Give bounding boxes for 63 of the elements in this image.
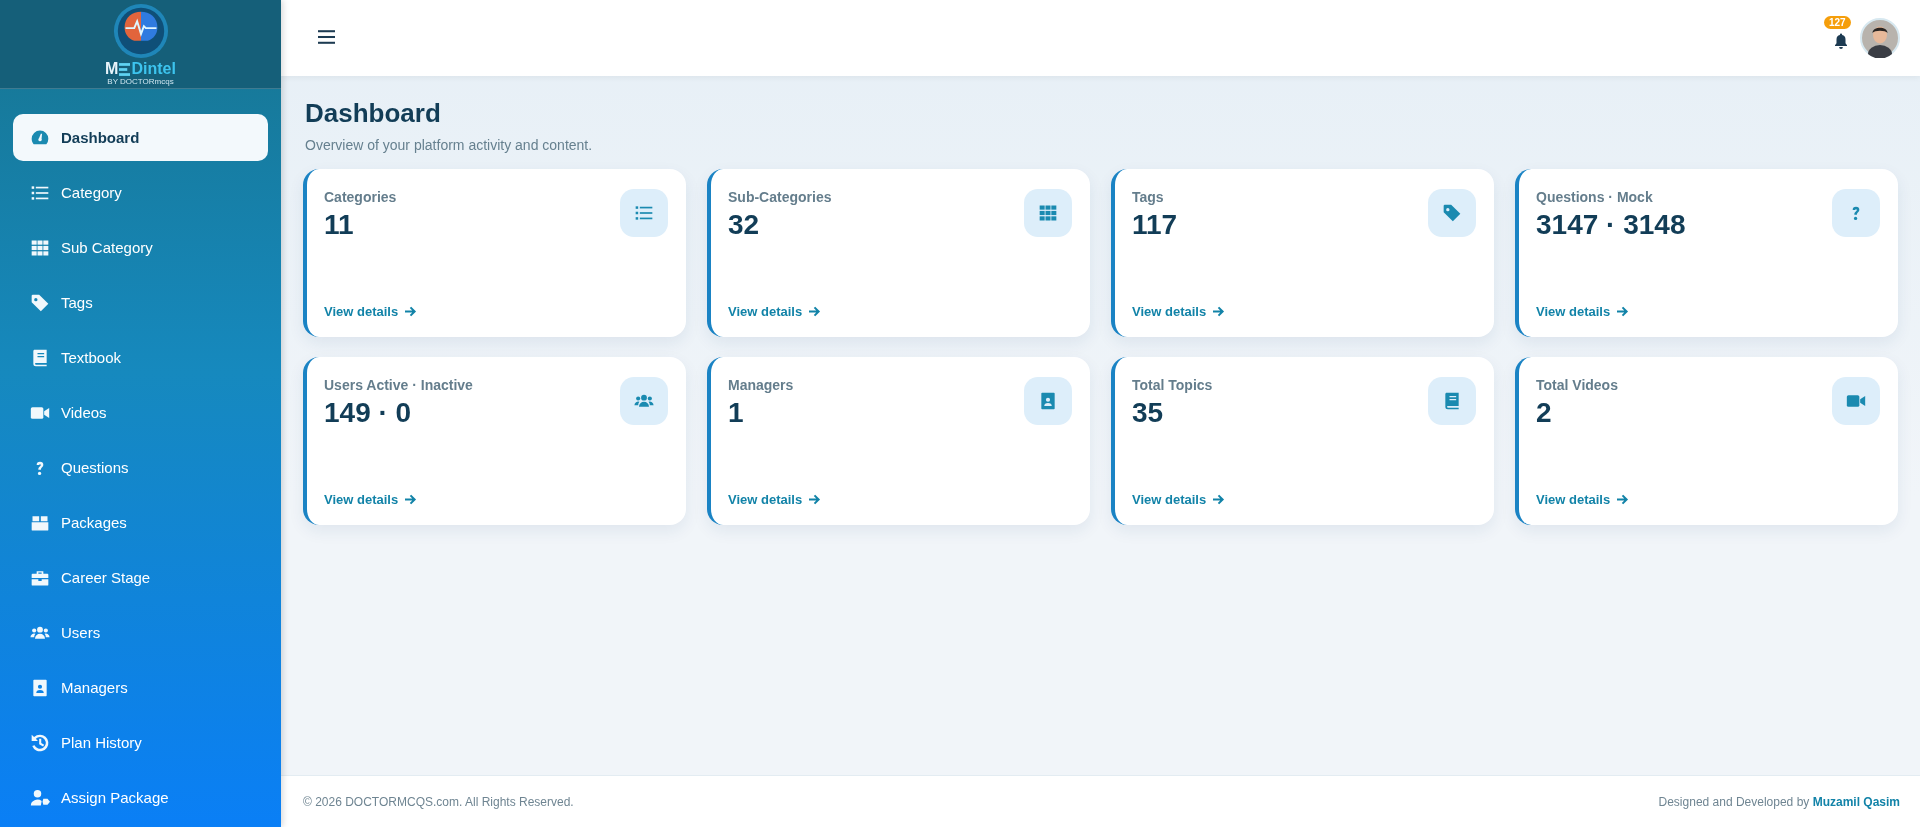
sidebar-item[interactable]: Users — [13, 609, 268, 656]
notification-badge: 127 — [1824, 15, 1851, 29]
sidebar-item[interactable]: Videos — [13, 389, 268, 436]
book-icon — [30, 347, 50, 368]
view-details-link[interactable]: View details — [324, 304, 418, 319]
view-details-link[interactable]: View details — [1536, 492, 1630, 507]
book-icon — [1442, 391, 1462, 411]
history-icon — [30, 732, 50, 753]
sidebar-item[interactable]: Dashboard — [13, 114, 268, 161]
stat-label: Categories — [324, 189, 397, 205]
sidebar-item[interactable]: Textbook — [13, 334, 268, 381]
arrow-right-icon — [404, 494, 418, 505]
stat-value: 11 — [324, 209, 355, 241]
stat-label: Sub-Categories — [728, 189, 832, 205]
stat-label: Questions · Mock — [1536, 189, 1654, 205]
stat-label: Total Videos — [1536, 377, 1618, 393]
stat-value: 149 · 0 — [324, 397, 413, 429]
tag-icon — [1442, 203, 1462, 223]
sidebar-item[interactable]: Managers — [13, 664, 268, 711]
bell-icon — [1832, 31, 1850, 50]
user-tag-icon — [30, 787, 50, 808]
list-icon — [634, 203, 654, 223]
grid-icon — [1038, 203, 1058, 223]
arrow-right-icon — [1616, 306, 1630, 317]
stat-label: Tags — [1132, 189, 1165, 205]
sidebar-item[interactable]: Questions — [13, 444, 268, 491]
id-badge-icon — [30, 677, 50, 698]
sidebar-item[interactable]: Sub Category — [13, 224, 268, 271]
view-details-link[interactable]: View details — [728, 492, 822, 507]
arrow-right-icon — [1212, 494, 1226, 505]
arrow-right-icon — [1212, 306, 1226, 317]
sidebar-item[interactable]: Career Stage — [13, 554, 268, 601]
sidebar-item[interactable]: Assign Package — [13, 774, 268, 821]
arrow-right-icon — [808, 306, 822, 317]
sidebar-item[interactable]: Tags — [13, 279, 268, 326]
view-details-link[interactable]: View details — [728, 304, 822, 319]
credit-text: Designed and Developed by Muzamil Qasim — [1658, 794, 1900, 809]
stat-label: Users Active · Inactive — [324, 377, 473, 393]
stat-value: 32 — [728, 209, 761, 241]
view-details-link[interactable]: View details — [1132, 304, 1226, 319]
stat-value: 2 — [1536, 397, 1553, 429]
tag-icon — [30, 292, 50, 313]
menu-icon — [318, 29, 335, 44]
sidebar-item[interactable]: Category — [13, 169, 268, 216]
copyright-text: © 2026 DOCTORMCQS.com. All Rights Reserved. — [303, 794, 574, 809]
view-details-link[interactable]: View details — [324, 492, 418, 507]
stat-value: 1 — [728, 397, 745, 429]
stat-label: Total Topics — [1132, 377, 1213, 393]
view-details-link[interactable]: View details — [1132, 492, 1226, 507]
sidebar-item[interactable]: Plan History — [13, 719, 268, 766]
sidebar-item[interactable]: Packages — [13, 499, 268, 546]
stat-value: 117 — [1132, 209, 1178, 241]
stat-value: 3147 · 3148 — [1536, 209, 1686, 241]
avatar[interactable] — [1860, 18, 1900, 58]
arrow-right-icon — [1616, 494, 1630, 505]
stat-value: 35 — [1132, 397, 1165, 429]
page-subtitle: Overview of your platform activity and content. — [305, 137, 594, 153]
stat-label: Managers — [728, 377, 794, 393]
view-details-link[interactable]: View details — [1536, 304, 1630, 319]
arrow-right-icon — [404, 306, 418, 317]
page-title: Dashboard — [305, 98, 442, 129]
arrow-right-icon — [808, 494, 822, 505]
id-badge-icon — [1038, 391, 1058, 411]
